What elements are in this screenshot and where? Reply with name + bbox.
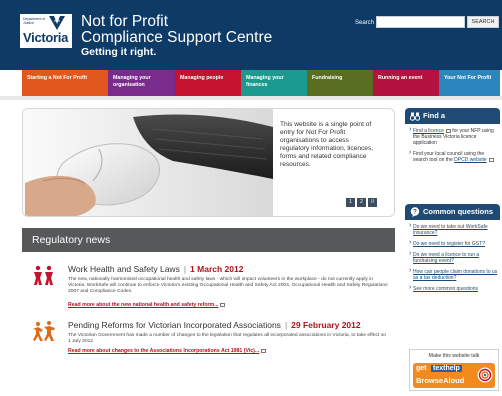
nav-item-your-not-for-profit[interactable]: Your Not For Profit (439, 70, 500, 96)
news-item-read-more-link[interactable]: Read more about changes to the Associati… (68, 348, 267, 354)
hero-pager: 1 2 II (346, 198, 377, 207)
binoculars-icon (410, 112, 420, 121)
see-more-questions-link[interactable]: See more common questions (413, 286, 478, 292)
news-item-title[interactable]: Work Health and Safety Laws (68, 264, 180, 274)
find-licence-item: Find a licence for your NFP using the Bu… (409, 127, 498, 146)
victoria-logo[interactable]: Department of Justice Victoria (20, 14, 72, 48)
search-button[interactable]: SEARCH (467, 16, 499, 28)
pager-page-button[interactable]: 2 (357, 198, 366, 207)
logo-dept-line2: Justice (23, 21, 34, 25)
logo-department: Department of Justice (23, 17, 45, 25)
svg-text:?: ? (413, 210, 417, 216)
common-questions-heading-text: Common questions (423, 207, 494, 216)
common-question-link[interactable]: Do we need to register for GST? (409, 240, 498, 247)
read-more-text[interactable]: Read more about the new national health … (68, 302, 218, 308)
dancing-figures-icon (33, 321, 55, 341)
news-list: Work Health and Safety Laws | 1 March 2012… (22, 252, 395, 396)
site-title-line2: Compliance Support Centre (81, 29, 273, 46)
speaker-waves-icon (477, 367, 493, 383)
news-item-description: The new, nationally harmonised occupatio… (68, 277, 388, 294)
news-item-date: 1 March 2012 (190, 264, 244, 274)
pager-pause-button[interactable]: II (368, 198, 377, 207)
site-header: Department of Justice Victoria Not for P… (0, 0, 502, 70)
nav-item-managing-your-organisation[interactable]: Managing your organisation (108, 70, 175, 96)
common-question-link[interactable]: Do we need to take out WorkSafe insuranc… (409, 223, 498, 236)
external-link-icon (220, 302, 226, 307)
external-link-icon (488, 157, 494, 162)
title-separator: | (183, 264, 187, 274)
question-bubble-icon: ? (410, 207, 420, 217)
site-tagline: Getting it right. (81, 46, 157, 58)
nav-item-starting-a-not-for-profit[interactable]: Starting a Not For Profit (22, 70, 108, 96)
nav-item-running-an-event[interactable]: Running an event (373, 70, 439, 96)
dpcd-website-link[interactable]: DPCD website (454, 157, 487, 163)
find-a-heading: Find a (405, 108, 500, 124)
search-label: Search (355, 20, 375, 26)
see-more-questions-item: See more common questions (409, 285, 498, 292)
common-questions-panel: ? Common questions Do we need to take ou… (405, 204, 500, 340)
browsealoud-get: get (416, 365, 427, 372)
find-a-heading-text: Find a (423, 111, 446, 120)
nav-shadow-strip (0, 96, 502, 100)
news-item-title[interactable]: Pending Reforms for Victorian Incorporat… (68, 320, 281, 330)
browsealoud-widget[interactable]: Make this website talk get texthelp Brow… (409, 349, 499, 391)
title-separator: | (284, 320, 288, 330)
hero-mouse-keyboard-image (23, 109, 273, 216)
read-more-text[interactable]: Read more about changes to the Associati… (68, 348, 259, 354)
hero-description: This website is a single point of entry … (280, 121, 374, 169)
news-item-read-more-link[interactable]: Read more about the new national health … (68, 302, 226, 308)
find-a-list: Find a licence for your NFP using the Bu… (405, 124, 500, 163)
common-questions-list: Do we need to take out WorkSafe insuranc… (405, 220, 500, 292)
common-question-link[interactable]: Do we need a licence to run a fundraisin… (409, 251, 498, 264)
victoria-v-mark-icon (49, 16, 65, 30)
find-council-item: Find your local council using the search… (409, 150, 498, 163)
pager-page-button[interactable]: 1 (346, 198, 355, 207)
common-questions-heading: ? Common questions (405, 204, 500, 220)
news-item-title-row: Work Health and Safety Laws | 1 March 2012 (68, 264, 243, 274)
news-item-title-row: Pending Reforms for Victorian Incorporat… (68, 320, 361, 330)
news-heading: Regulatory news (22, 228, 395, 252)
nav-item-fundraising[interactable]: Fundraising (307, 70, 373, 96)
find-a-panel: Find a Find a licence for your NFP using… (405, 108, 500, 190)
people-figures-icon (34, 265, 53, 285)
news-item-date: 29 February 2012 (291, 320, 361, 330)
main-navigation: Starting a Not For Profit Managing your o… (22, 70, 500, 96)
external-link-icon (261, 348, 267, 353)
nav-item-managing-your-finances[interactable]: Managing your finances (241, 70, 307, 96)
search-input[interactable] (376, 16, 465, 28)
common-question-link[interactable]: How can people claim donations to us as … (409, 268, 498, 281)
logo-state: Victoria (23, 30, 69, 45)
news-item-description: The Victorian Government has made a numb… (68, 333, 387, 344)
browsealoud-product: BrowseAloud (416, 376, 465, 385)
nav-item-managing-people[interactable]: Managing people (175, 70, 241, 96)
browsealoud-logo[interactable]: get texthelp BrowseAloud (413, 363, 495, 388)
browsealoud-label: Make this website talk (428, 353, 480, 359)
browsealoud-brand: texthelp (431, 365, 462, 372)
site-title-line1: Not for Profit (81, 13, 168, 30)
hero-banner: This website is a single point of entry … (22, 108, 395, 217)
